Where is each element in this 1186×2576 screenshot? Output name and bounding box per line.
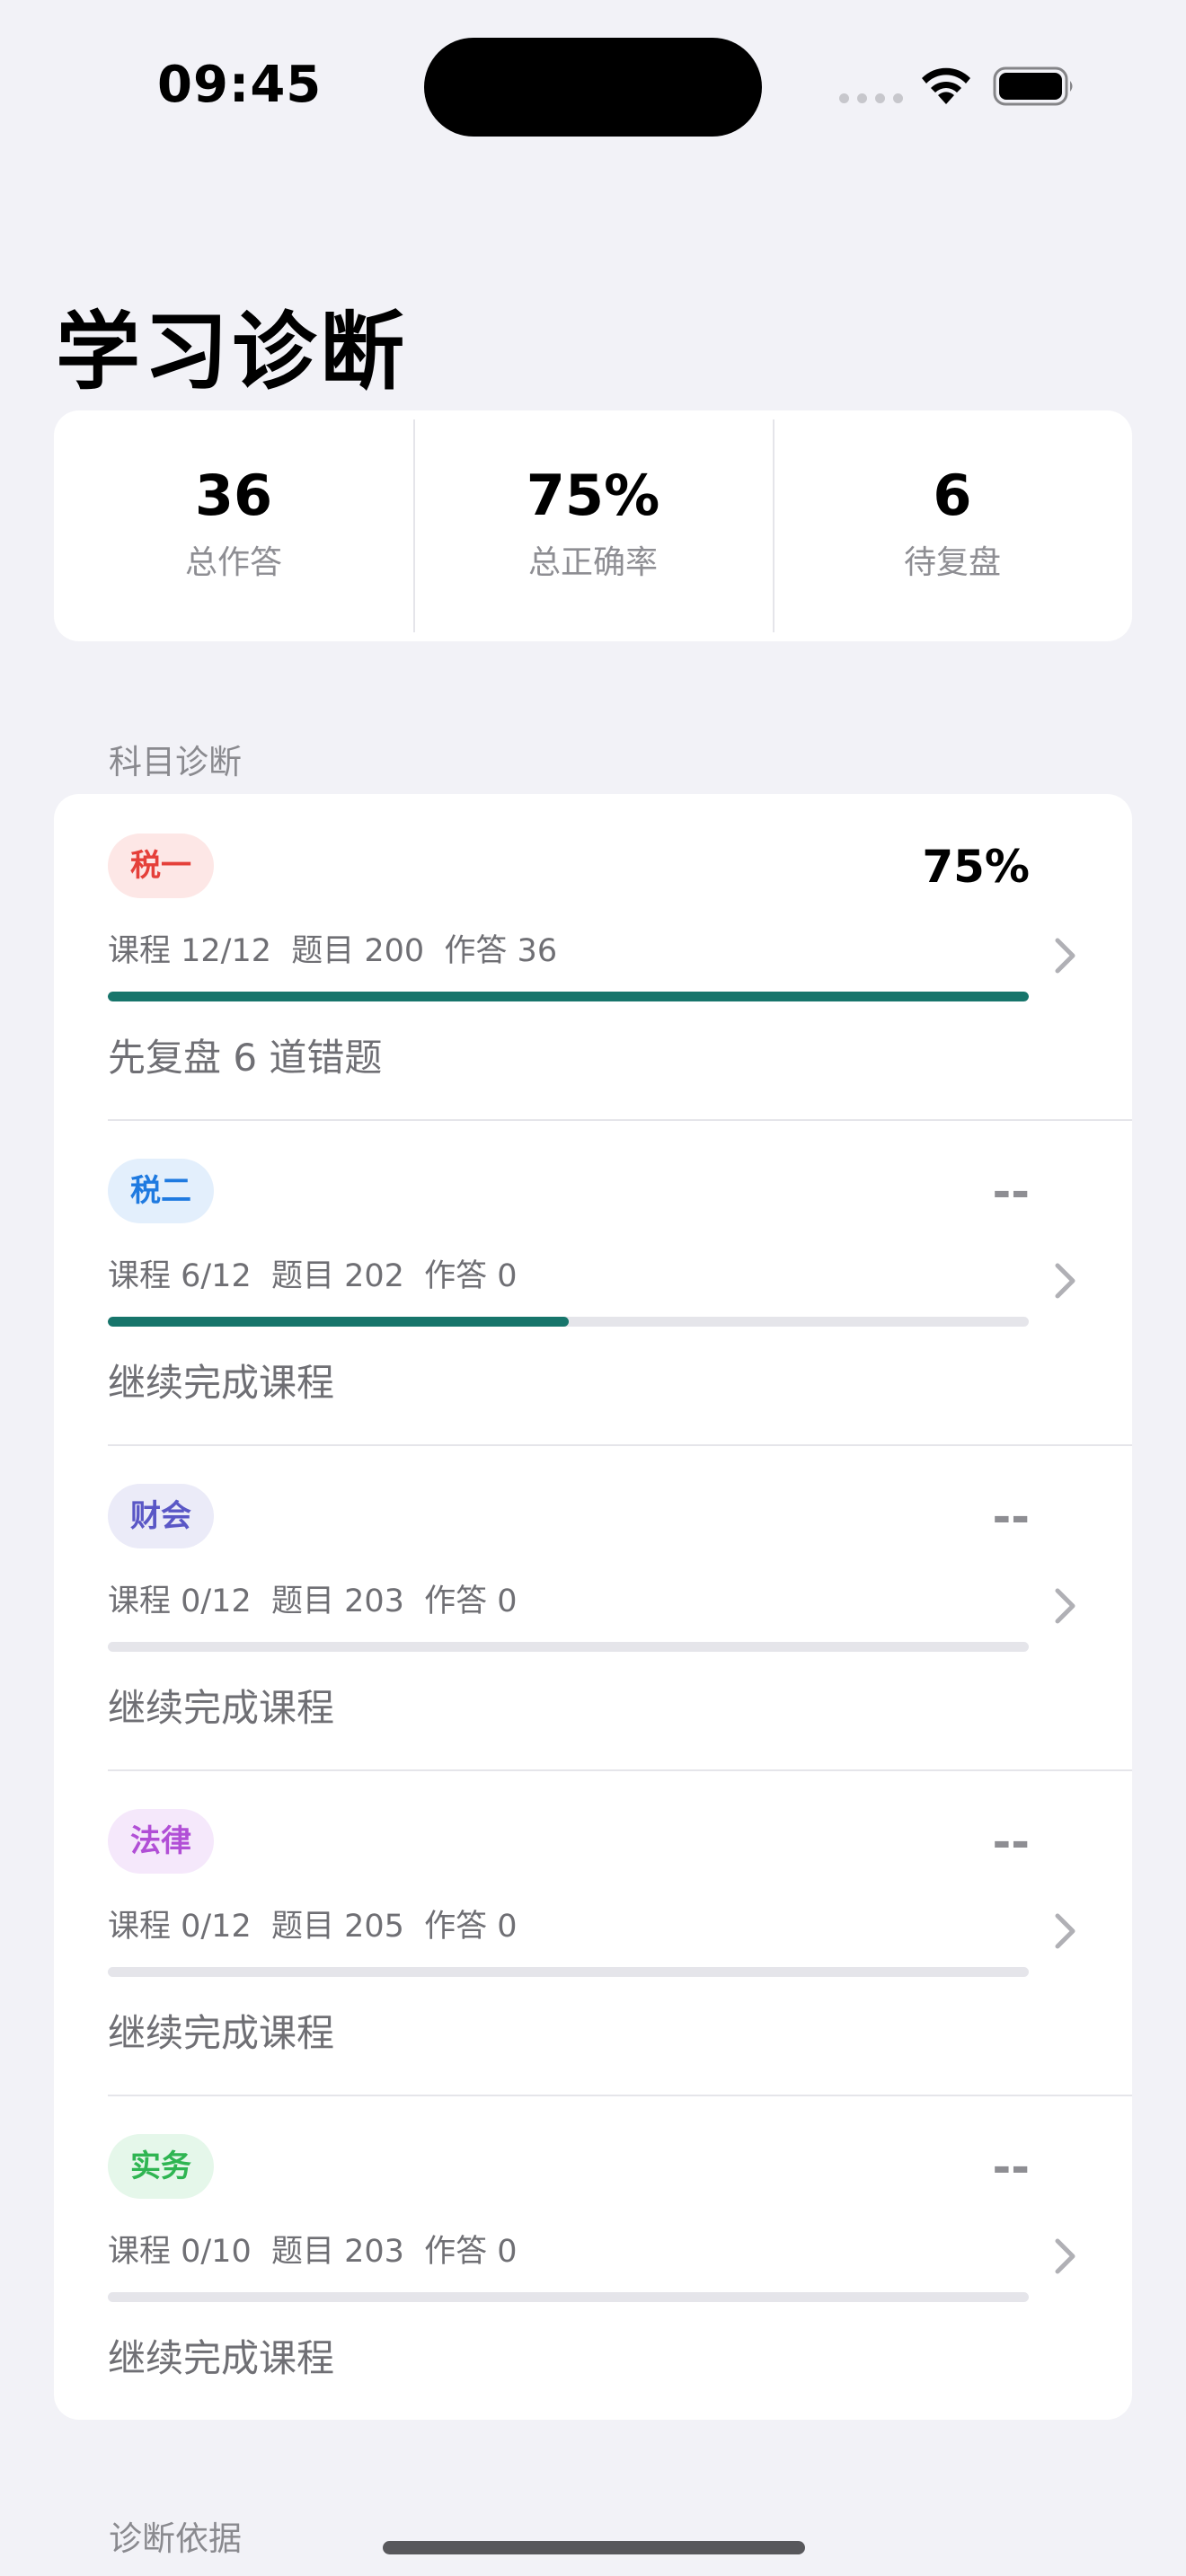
progress-bar (108, 1967, 1029, 1977)
summary-stats-card: 36 总作答 75% 总正确率 6 待复盘 (54, 410, 1132, 641)
chevron-right-icon (1055, 1263, 1075, 1299)
chevron-right-icon (1055, 2238, 1075, 2274)
subject-meta: 课程 0/10 题目 203 作答 0 (108, 2234, 518, 2270)
subject-meta: 课程 0/12 题目 205 作答 0 (108, 1909, 518, 1945)
subject-accuracy: -- (992, 1816, 1030, 1868)
subject-tag: 实务 (108, 2134, 214, 2199)
subject-accuracy: -- (992, 1491, 1030, 1543)
progress-bar (108, 992, 1029, 1001)
stat-value: 36 (194, 463, 273, 528)
section-header-basis: 诊断依据 (109, 2519, 242, 2558)
battery-icon (993, 66, 1073, 106)
subject-tag: 法律 (108, 1809, 214, 1874)
subject-meta: 课程 6/12 题目 202 作答 0 (108, 1258, 518, 1294)
subject-row[interactable]: 税二 -- 课程 6/12 题目 202 作答 0 继续完成课程 (54, 1119, 1132, 1444)
progress-bar (108, 2292, 1029, 2302)
home-indicator[interactable] (383, 2541, 805, 2554)
subject-advice: 先复盘 6 道错题 (108, 1036, 383, 1080)
progress-fill (108, 1317, 569, 1327)
subject-advice: 继续完成课程 (108, 2336, 335, 2380)
stat-label: 待复盘 (903, 544, 1001, 581)
subject-meta: 课程 12/12 题目 200 作答 36 (108, 933, 558, 969)
chevron-right-icon (1055, 938, 1075, 974)
stat-total-answers: 36 总作答 (54, 410, 413, 641)
wifi-icon (922, 67, 970, 104)
subject-tag: 税一 (108, 834, 214, 898)
stat-value: 6 (933, 463, 972, 528)
subject-accuracy: -- (992, 2141, 1030, 2193)
subject-accuracy: 75% (922, 841, 1030, 893)
subject-row[interactable]: 法律 -- 课程 0/12 题目 205 作答 0 继续完成课程 (54, 1769, 1132, 2095)
chevron-right-icon (1055, 1913, 1075, 1949)
subject-tag: 税二 (108, 1159, 214, 1223)
dynamic-island (424, 38, 762, 137)
subject-row[interactable]: 实务 -- 课程 0/10 题目 203 作答 0 继续完成课程 (54, 2095, 1132, 2420)
cellular-signal-icon (839, 93, 903, 103)
subject-advice: 继续完成课程 (108, 1361, 335, 1405)
screen: 09:45 学习诊断 36 总作答 75% 总正确率 6 待复盘 科目诊断 税一… (0, 0, 1186, 2576)
subject-tag: 财会 (108, 1484, 214, 1548)
subject-accuracy: -- (992, 1166, 1030, 1218)
status-time: 09:45 (157, 56, 323, 114)
subject-row[interactable]: 财会 -- 课程 0/12 题目 203 作答 0 继续完成课程 (54, 1444, 1132, 1769)
stat-to-review: 6 待复盘 (773, 410, 1132, 641)
subject-advice: 继续完成课程 (108, 2011, 335, 2055)
stat-accuracy: 75% 总正确率 (413, 410, 773, 641)
stat-label: 总正确率 (527, 544, 658, 581)
subject-meta: 课程 0/12 题目 203 作答 0 (108, 1584, 518, 1619)
progress-bar (108, 1317, 1029, 1327)
subject-row[interactable]: 税一 75% 课程 12/12 题目 200 作答 36 先复盘 6 道错题 (54, 794, 1132, 1119)
progress-fill (108, 992, 1029, 1001)
stat-label: 总作答 (184, 544, 282, 581)
subjects-list: 税一 75% 课程 12/12 题目 200 作答 36 先复盘 6 道错题 税… (54, 794, 1132, 2420)
subject-advice: 继续完成课程 (108, 1686, 335, 1730)
page-title: 学习诊断 (56, 304, 409, 401)
stat-value: 75% (526, 463, 660, 528)
chevron-right-icon (1055, 1588, 1075, 1624)
section-header-subjects: 科目诊断 (109, 743, 242, 781)
progress-bar (108, 1642, 1029, 1652)
